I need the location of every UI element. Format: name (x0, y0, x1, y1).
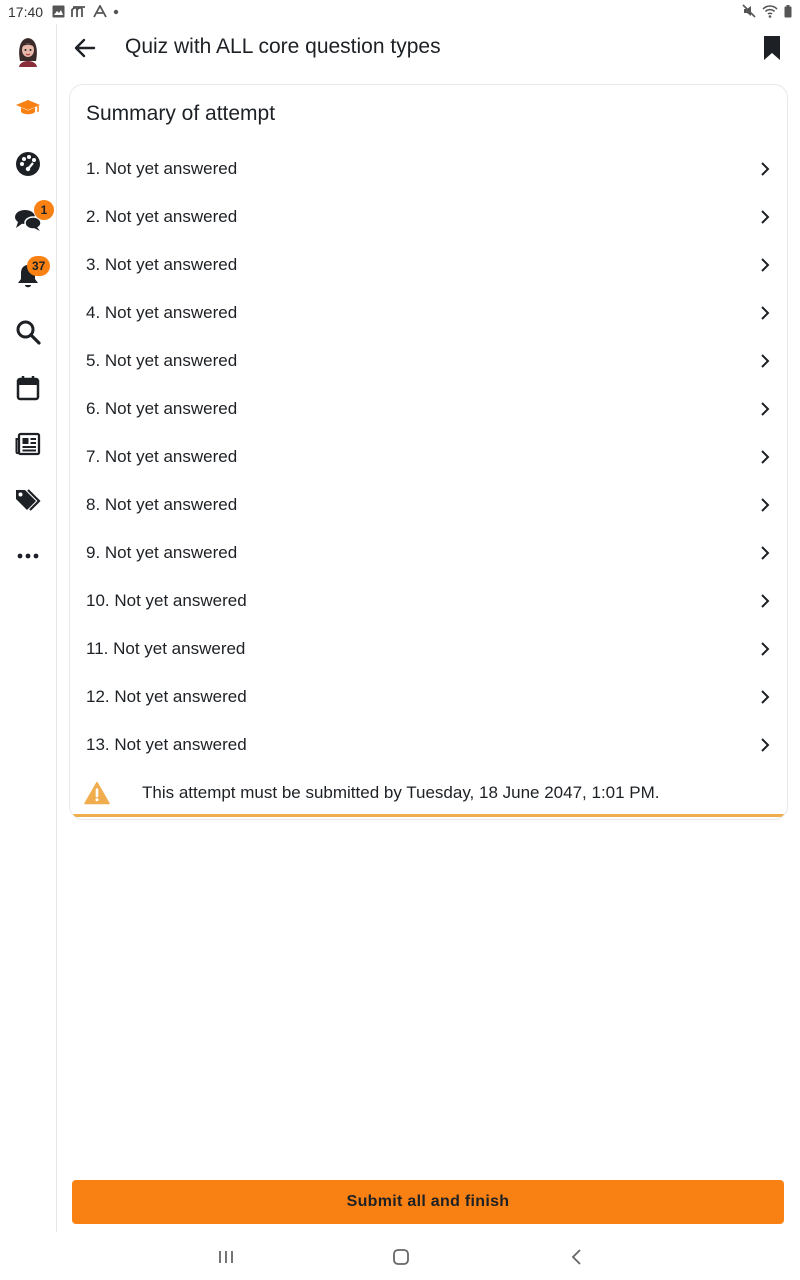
chevron-right-icon (755, 543, 775, 563)
question-status: 12. Not yet answered (86, 687, 247, 706)
warning-text: This attempt must be submitted by Tuesda… (142, 783, 660, 802)
question-status: 10. Not yet answered (86, 591, 247, 610)
question-status: 6. Not yet answered (86, 399, 238, 418)
question-status: 9. Not yet answered (86, 543, 238, 562)
rail-item-search[interactable] (0, 310, 56, 354)
status-bar: 17:40 (0, 0, 800, 24)
app-m-icon (71, 6, 85, 17)
question-row[interactable]: 4. Not yet answered (70, 289, 787, 337)
question-row[interactable]: 13. Not yet answered (70, 721, 787, 769)
question-status: 5. Not yet answered (86, 351, 238, 370)
deadline-warning: This attempt must be submitted by Tuesda… (70, 769, 787, 817)
calendar-icon (16, 376, 40, 401)
battery-icon (784, 4, 792, 17)
home-button[interactable] (381, 1244, 421, 1270)
rail-item-courses[interactable] (0, 86, 56, 130)
system-navigation-bar (0, 1232, 800, 1280)
question-status: 3. Not yet answered (86, 255, 238, 274)
arrow-left-icon (74, 38, 96, 58)
notifications-badge: 37 (27, 256, 51, 276)
recent-apps-button[interactable] (206, 1244, 246, 1270)
chevron-right-icon (755, 159, 775, 179)
chevron-right-icon (755, 687, 775, 707)
rail-item-news[interactable] (0, 422, 56, 466)
image-icon (52, 5, 65, 18)
question-list: 1. Not yet answered 2. Not yet answered … (70, 145, 787, 769)
question-row[interactable]: 5. Not yet answered (70, 337, 787, 385)
system-icons (742, 4, 792, 18)
chevron-right-icon (755, 255, 775, 275)
warning-icon (84, 781, 110, 805)
avatar (19, 38, 37, 67)
top-app-bar: Quiz with ALL core question types (57, 24, 800, 72)
rail-item-tags[interactable] (0, 478, 56, 522)
question-status: 11. Not yet answered (86, 639, 246, 658)
mute-icon (742, 4, 756, 18)
question-status: 1. Not yet answered (86, 159, 238, 178)
rail-item-dashboard[interactable] (0, 142, 56, 186)
question-row[interactable]: 12. Not yet answered (70, 673, 787, 721)
question-row[interactable]: 9. Not yet answered (70, 529, 787, 577)
bookmark-icon (764, 36, 780, 60)
notification-icons (52, 5, 119, 18)
summary-card: Summary of attempt 1. Not yet answered 2… (69, 84, 788, 820)
navigation-rail: 1 37 (0, 24, 57, 1232)
submit-all-button[interactable]: Submit all and finish (72, 1180, 784, 1224)
rail-item-calendar[interactable] (0, 366, 56, 410)
question-status: 8. Not yet answered (86, 495, 238, 514)
dashboard-icon (16, 152, 40, 176)
chevron-right-icon (755, 495, 775, 515)
question-row[interactable]: 7. Not yet answered (70, 433, 787, 481)
question-status: 2. Not yet answered (86, 207, 238, 226)
chevron-right-icon (755, 447, 775, 467)
question-row[interactable]: 1. Not yet answered (70, 145, 787, 193)
bookmark-button[interactable] (756, 32, 788, 64)
chevron-right-icon (755, 591, 775, 611)
rail-item-notifications[interactable]: 37 (0, 254, 56, 298)
question-row[interactable]: 8. Not yet answered (70, 481, 787, 529)
question-status: 13. Not yet answered (86, 735, 247, 754)
dot-icon (113, 9, 119, 14)
graduation-cap-icon (16, 100, 40, 115)
question-row[interactable]: 2. Not yet answered (70, 193, 787, 241)
question-status: 4. Not yet answered (86, 303, 238, 322)
status-time: 17:40 (8, 4, 44, 20)
question-row[interactable]: 6. Not yet answered (70, 385, 787, 433)
more-icon (17, 553, 39, 559)
chevron-right-icon (755, 399, 775, 419)
chevron-right-icon (755, 351, 775, 371)
app-a-icon (93, 5, 107, 18)
question-row[interactable]: 11. Not yet answered (70, 625, 787, 673)
tags-icon (16, 489, 41, 511)
back-button[interactable] (69, 32, 101, 64)
rail-item-profile[interactable] (0, 28, 56, 72)
messages-badge: 1 (34, 200, 54, 220)
home-icon (393, 1249, 409, 1265)
system-back-button[interactable] (556, 1244, 596, 1270)
wifi-icon (762, 4, 778, 18)
news-icon (15, 432, 41, 456)
chevron-right-icon (755, 303, 775, 323)
question-status: 7. Not yet answered (86, 447, 238, 466)
chevron-right-icon (755, 639, 775, 659)
search-icon (16, 320, 41, 345)
page-title: Quiz with ALL core question types (125, 35, 441, 58)
rail-item-messages[interactable]: 1 (0, 198, 56, 242)
question-row[interactable]: 3. Not yet answered (70, 241, 787, 289)
summary-title: Summary of attempt (86, 102, 276, 125)
rail-item-more[interactable] (0, 534, 56, 578)
chevron-right-icon (755, 207, 775, 227)
chevron-left-icon (571, 1249, 581, 1265)
recent-apps-icon (219, 1251, 233, 1263)
question-row[interactable]: 10. Not yet answered (70, 577, 787, 625)
chevron-right-icon (755, 735, 775, 755)
